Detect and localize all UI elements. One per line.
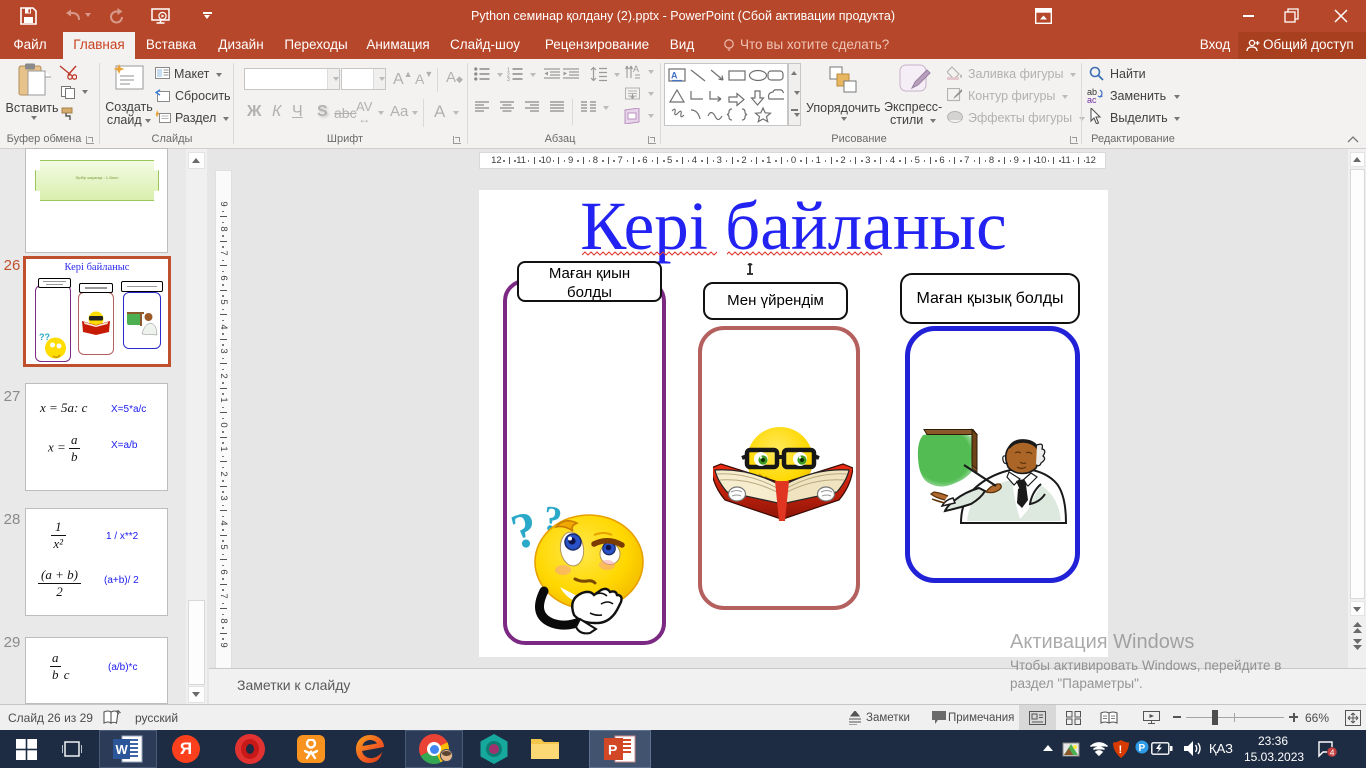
svg-text:A: A xyxy=(671,71,678,81)
svg-text:3: 3 xyxy=(507,77,510,81)
svg-text:4: 4 xyxy=(1330,747,1335,757)
svg-text:P: P xyxy=(1139,743,1146,754)
svg-text:ac: ac xyxy=(1087,95,1097,104)
svg-text:A: A xyxy=(633,64,639,74)
svg-text:!: ! xyxy=(1119,744,1123,756)
svg-text:W: W xyxy=(116,742,129,757)
svg-text:P: P xyxy=(608,742,617,758)
